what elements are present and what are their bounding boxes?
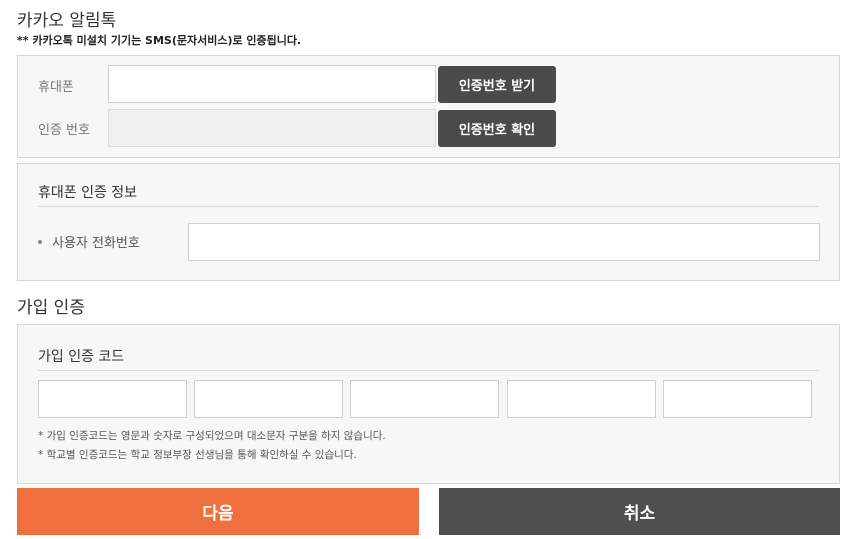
signup-note-2: * 학교별 인증코드는 학교 정보부장 선생님을 통해 확인하실 수 있습니다. — [38, 449, 357, 461]
next-button[interactable]: 다음 — [17, 488, 419, 535]
cancel-button[interactable]: 취소 — [439, 488, 840, 535]
phone-verification-box: 휴대폰 인증번호 받기 인증 번호 인증번호 확인 — [17, 55, 840, 158]
signup-note-1: * 가입 인증코드는 영문과 숫자로 구성되었으며 대소문자 구분을 하지 않습… — [38, 430, 386, 442]
code-input-4[interactable] — [507, 380, 656, 418]
code-input-1[interactable] — [38, 380, 187, 418]
phone-info-box: 휴대폰 인증 정보 사용자 전화번호 — [17, 163, 840, 281]
user-phone-input[interactable] — [188, 223, 820, 261]
kakao-alimtalk-title: 카카오 알림톡 — [17, 11, 117, 31]
sms-notice: ** 카카오톡 미설치 기기는 SMS(문자서비스)로 인증됩니다. — [17, 34, 302, 47]
signup-code-box: 가입 인증 코드 * 가입 인증코드는 영문과 숫자로 구성되었으며 대소문자 … — [17, 324, 840, 484]
code-label: 인증 번호 — [38, 123, 90, 138]
divider — [38, 206, 819, 207]
code-input-5[interactable] — [663, 380, 812, 418]
code-input-3[interactable] — [350, 380, 499, 418]
signup-verification-title: 가입 인증 — [17, 298, 85, 318]
signup-code-heading: 가입 인증 코드 — [38, 349, 125, 365]
phone-info-heading: 휴대폰 인증 정보 — [38, 185, 138, 201]
get-code-button[interactable]: 인증번호 받기 — [438, 66, 556, 103]
bullet-icon — [38, 240, 42, 244]
divider — [38, 370, 819, 371]
confirm-code-button[interactable]: 인증번호 확인 — [438, 110, 556, 147]
phone-label: 휴대폰 — [38, 80, 74, 95]
user-phone-label: 사용자 전화번호 — [52, 236, 140, 251]
phone-input[interactable] — [108, 65, 436, 103]
verification-code-input[interactable] — [108, 109, 436, 147]
code-input-2[interactable] — [194, 380, 343, 418]
